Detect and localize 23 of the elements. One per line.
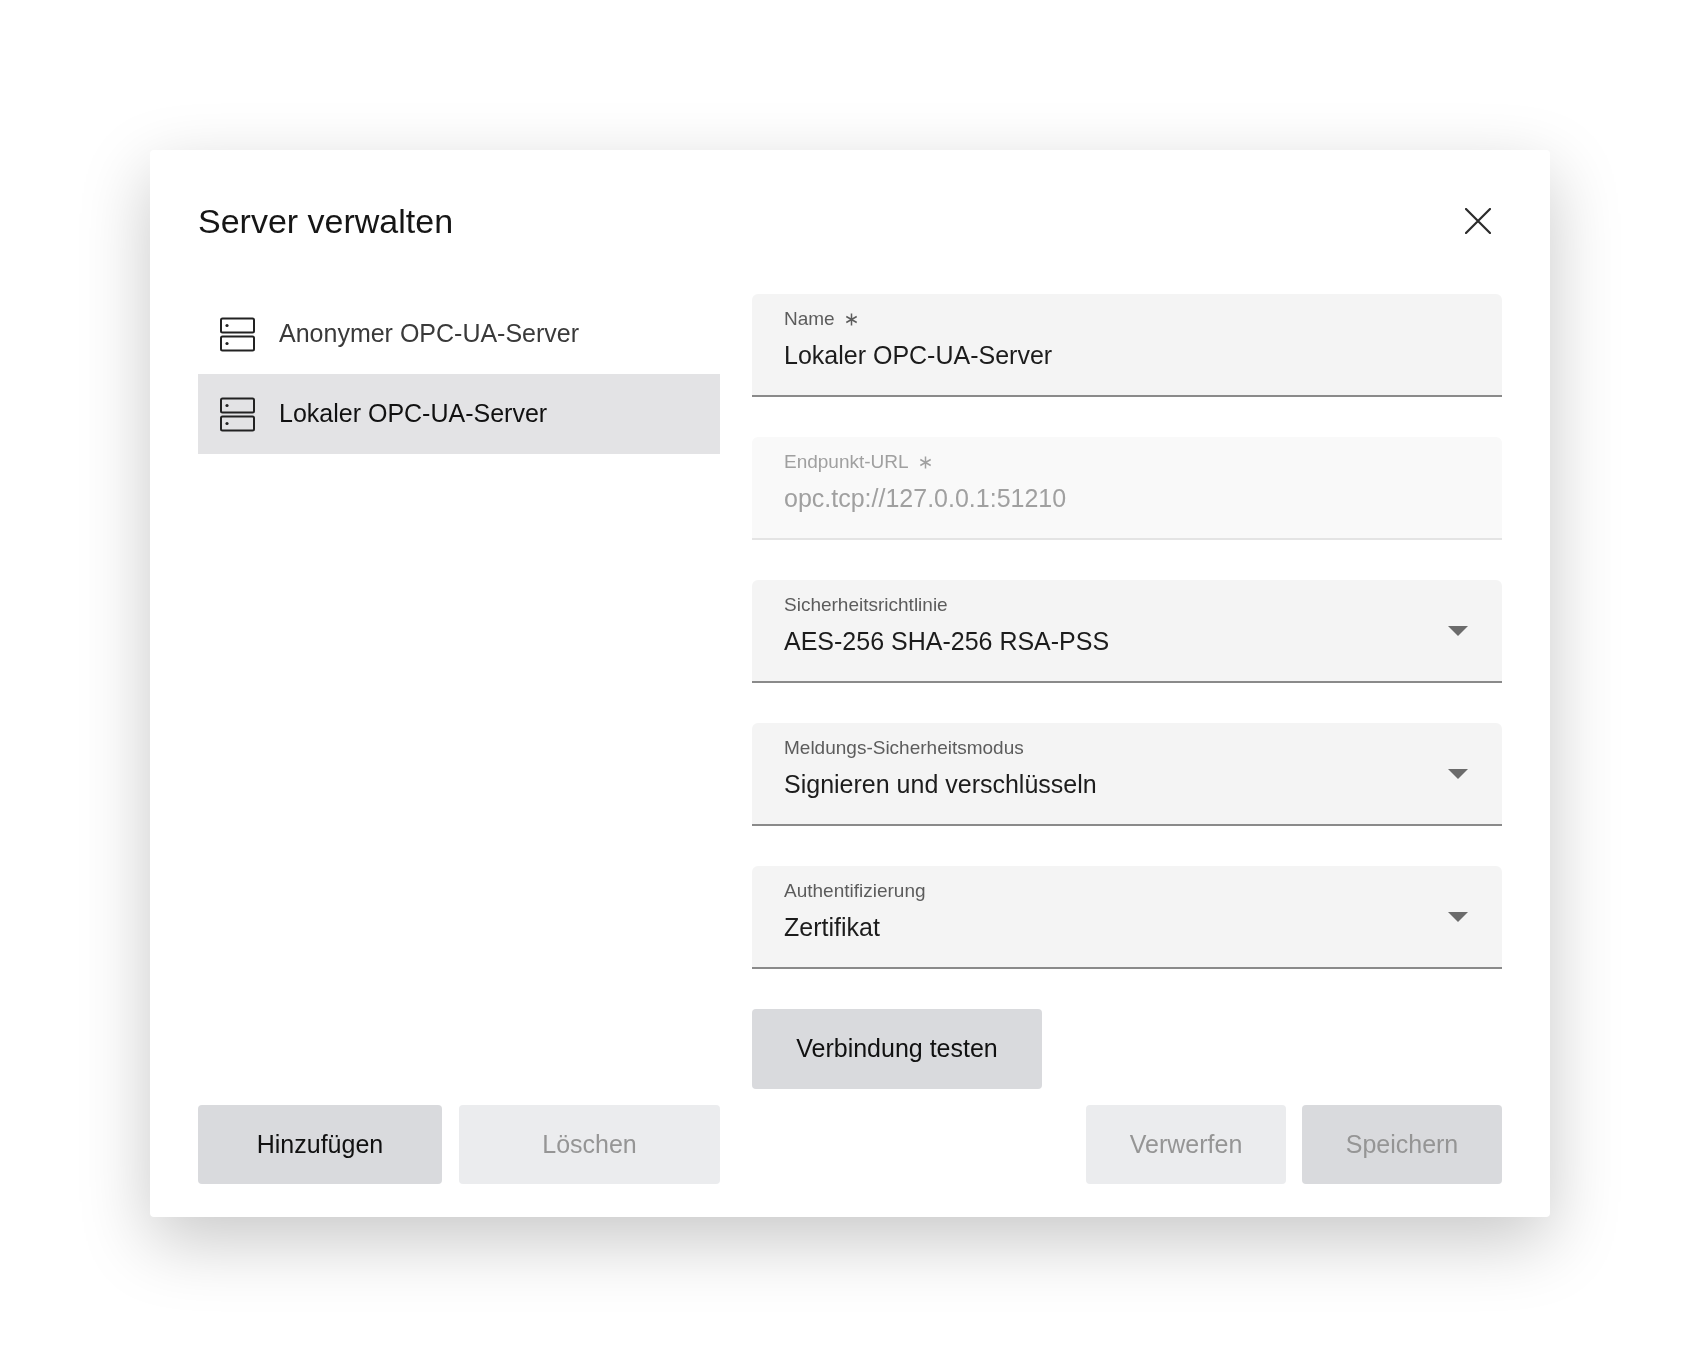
server-list-item[interactable]: Lokaler OPC-UA-Server [198,374,720,454]
required-asterisk-icon [918,455,932,469]
field-label: Name [784,307,835,331]
server-list-item[interactable]: Anonymer OPC-UA-Server [198,294,720,374]
text-field[interactable]: Name Lokaler OPC-UA-Server [752,294,1502,397]
select-field[interactable]: Authentifizierung Zertifikat [752,866,1502,969]
text-field: Endpunkt-URL opc.tcp://127.0.0.1:51210 [752,437,1502,540]
field-label: Sicherheitsrichtlinie [784,593,948,617]
required-asterisk-icon [844,312,858,326]
add-button[interactable]: Hinzufügen [198,1105,442,1184]
field-label: Endpunkt-URL [784,450,909,474]
server-icon [220,396,255,432]
field-label: Authentifizierung [784,879,926,903]
dialog-title: Server verwalten [198,201,454,242]
server-icon [220,316,255,352]
dropdown-caret-icon [1448,911,1468,922]
field-label: Meldungs-Sicherheitsmodus [784,736,1024,760]
select-field[interactable]: Meldungs-Sicherheitsmodus Signieren und verschlüsseln [752,723,1502,826]
dropdown-caret-icon [1448,625,1468,636]
dropdown-caret-icon [1448,768,1468,779]
close-icon [1465,208,1491,234]
select-field[interactable]: Sicherheitsrichtlinie AES-256 SHA-256 RSA-PSS [752,580,1502,683]
test-connection-button[interactable]: Verbindung testen [752,1009,1042,1089]
